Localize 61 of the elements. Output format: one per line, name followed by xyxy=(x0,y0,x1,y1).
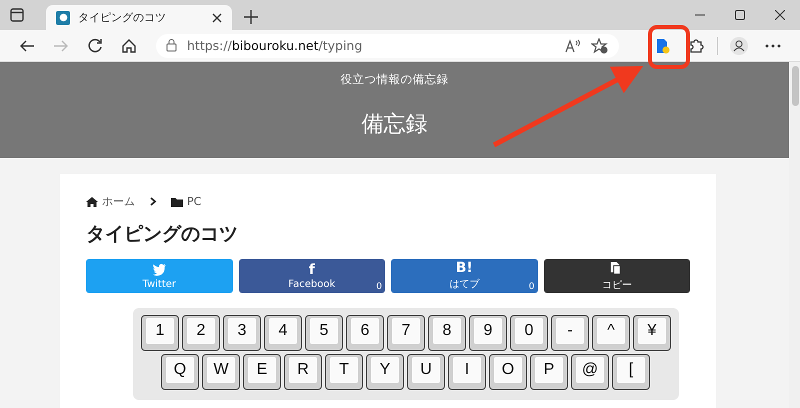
lock-icon xyxy=(166,39,177,52)
browser-tab[interactable]: タイピングのコツ xyxy=(46,5,232,30)
copy-share-button[interactable]: コピー xyxy=(544,259,690,293)
extension-document-icon[interactable] xyxy=(654,38,670,54)
keyboard-key: 6 xyxy=(346,315,384,351)
keyboard-key: W xyxy=(202,354,240,390)
close-icon[interactable] xyxy=(775,10,785,20)
keyboard-key: P xyxy=(530,354,568,390)
chevron-icon xyxy=(149,197,157,206)
share-count: 0 xyxy=(376,282,382,292)
keyboard-key: 8 xyxy=(428,315,466,351)
read-aloud-icon[interactable] xyxy=(563,38,581,54)
favorite-add-icon[interactable] xyxy=(591,38,609,54)
article-title: タイピングのコツ xyxy=(86,222,239,247)
keyboard-key: 3 xyxy=(223,315,261,351)
close-icon[interactable] xyxy=(212,12,222,22)
profile-icon[interactable] xyxy=(729,36,749,56)
keyboard-key: E xyxy=(243,354,281,390)
keyboard-key: 0 xyxy=(510,315,548,351)
keyboard-key: - xyxy=(551,315,589,351)
site-title[interactable]: 備忘録 xyxy=(362,109,428,139)
keyboard-key: 4 xyxy=(264,315,302,351)
home-icon xyxy=(86,196,98,208)
site-tagline: 役立つ情報の備忘録 xyxy=(340,72,448,87)
keyboard-key: Y xyxy=(366,354,404,390)
keyboard-key: ¥ xyxy=(633,315,671,351)
logo-glyph: f xyxy=(308,262,315,276)
bird-icon xyxy=(152,262,167,277)
address-field[interactable]: https://bibouroku.net/typing xyxy=(156,34,619,58)
scrollbar-thumb[interactable] xyxy=(792,66,799,106)
maximize-icon[interactable] xyxy=(735,10,745,20)
keyboard-key: 1 xyxy=(141,315,179,351)
keyboard-key: 9 xyxy=(469,315,507,351)
share-count: 0 xyxy=(528,282,534,292)
keyboard-key: [ xyxy=(612,354,650,390)
keyboard-key: R xyxy=(284,354,322,390)
home-icon[interactable] xyxy=(121,38,137,54)
keyboard-key: I xyxy=(448,354,486,390)
keyboard-key: Q xyxy=(161,354,199,390)
logo-glyph: B! xyxy=(456,261,473,275)
highlight-frame xyxy=(648,25,690,69)
keyboard-key: 2 xyxy=(182,315,220,351)
tab-title: タイピングのコツ xyxy=(78,10,167,25)
keyboard-key: 5 xyxy=(305,315,343,351)
breadcrumb-link[interactable]: ホーム xyxy=(86,194,135,209)
keyboard-key: T xyxy=(325,354,363,390)
url-text: https://bibouroku.net/typing xyxy=(187,38,362,53)
keyboard-key: 7 xyxy=(387,315,425,351)
folder-icon xyxy=(171,196,183,208)
facebook-share-button[interactable]: f Facebook 0 xyxy=(238,259,385,293)
keyboard-key: U xyxy=(407,354,445,390)
keyboard-key: ^ xyxy=(592,315,630,351)
back-icon[interactable] xyxy=(19,38,35,54)
keyboard-key: O xyxy=(489,354,527,390)
breadcrumb-link[interactable]: PC xyxy=(171,195,202,208)
keyboard-key: @ xyxy=(571,354,609,390)
favicon-icon xyxy=(56,10,70,24)
hatena-share-button[interactable]: B! はてブ 0 xyxy=(391,259,538,293)
new-tab-icon[interactable] xyxy=(244,10,258,24)
refresh-icon[interactable] xyxy=(87,38,103,54)
extensions-puzzle-icon[interactable] xyxy=(688,38,704,54)
